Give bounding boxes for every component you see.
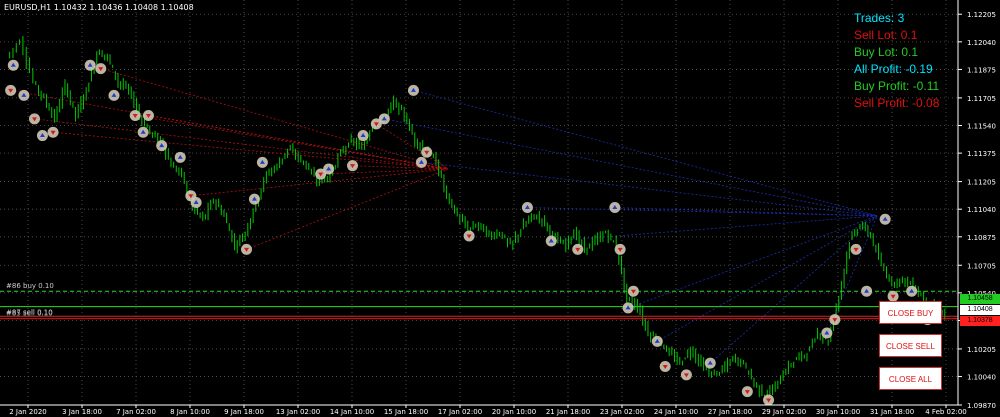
- buy-trade-marker: [609, 202, 621, 214]
- buy-trade-marker: [821, 327, 833, 339]
- sell-trade-marker: [129, 109, 141, 121]
- sell-trade-marker: [659, 361, 671, 373]
- close-buy-button[interactable]: CLOSE BUY: [879, 301, 942, 324]
- buy-trade-marker: [545, 235, 557, 247]
- price-tick-label: 1.11375: [967, 150, 996, 158]
- price-tick-label: 1.11705: [967, 95, 996, 103]
- bid-price-tag: 1.10408: [960, 305, 1000, 315]
- sell-trade-marker: [5, 84, 17, 96]
- time-tick-label: 14 Jan 10:00: [330, 408, 374, 416]
- buy-trade-marker: [879, 213, 891, 225]
- ask-price-tag: 1.10378: [960, 316, 1000, 326]
- sell-profit: Sell Profit: -0.08: [854, 96, 940, 110]
- buy-trade-marker: [84, 59, 96, 71]
- sell-trade-marker: [47, 126, 59, 138]
- buy-lot: Buy Lot: 0.1: [854, 45, 919, 59]
- symbol-label: EURUSD,H1 1.10432 1.10436 1.10408 1.1040…: [4, 3, 194, 12]
- buy-trade-marker: [248, 193, 260, 205]
- sell-lot: Sell Lot: 0.1: [854, 28, 918, 42]
- time-tick-label: 8 Jan 10:00: [170, 408, 210, 416]
- close-all-button[interactable]: CLOSE ALL: [879, 367, 942, 390]
- price-tick-label: 1.11875: [967, 66, 996, 74]
- time-tick-label: 7 Jan 02:00: [116, 408, 156, 416]
- sell-trade-marker: [241, 243, 252, 255]
- all-profit: All Profit: -0.19: [854, 62, 933, 76]
- sell-trade-marker: [627, 285, 639, 297]
- sell-trade-marker: [614, 243, 626, 255]
- price-tick-label: 1.10875: [967, 234, 996, 242]
- close-sell-button[interactable]: CLOSE SELL: [879, 334, 942, 357]
- buy-trade-marker: [174, 151, 186, 163]
- sell-trade-marker: [142, 109, 154, 121]
- sell-trade-marker: [370, 118, 382, 130]
- buy-trade-marker: [357, 130, 369, 142]
- time-tick-label: 4 Feb 02:00: [925, 408, 966, 416]
- time-tick-label: 29 Jan 02:00: [762, 408, 806, 416]
- time-tick-label: 13 Jan 02:00: [276, 408, 320, 416]
- time-tick-label: 20 Jan 10:00: [492, 408, 536, 416]
- time-tick-label: 9 Jan 18:00: [224, 408, 264, 416]
- sell-trade-marker: [829, 314, 841, 326]
- price-tick-label: 1.11040: [967, 206, 996, 214]
- price-tick-label: 1.11540: [967, 123, 996, 131]
- buy-trade-marker: [861, 285, 873, 297]
- time-tick-label: 2 Jan 2020: [9, 408, 47, 416]
- time-tick-label: 17 Jan 02:00: [438, 408, 482, 416]
- buy-trade-marker: [622, 302, 634, 314]
- buy-trade-marker: [7, 59, 19, 71]
- sell-trade-marker: [95, 63, 107, 75]
- buy-trade-marker: [156, 140, 168, 152]
- buy-trade-marker: [704, 357, 716, 369]
- buy-trade-marker: [415, 156, 427, 168]
- sell-trade-marker: [680, 369, 692, 381]
- sell-trade-marker: [850, 243, 862, 255]
- sell-trade-marker: [185, 190, 197, 202]
- buy-profit: Buy Profit: -0.11: [854, 79, 940, 93]
- time-tick-label: 30 Jan 10:00: [816, 408, 860, 416]
- time-tick-label: 23 Jan 02:00: [600, 408, 644, 416]
- price-tick-label: 1.10040: [967, 374, 996, 382]
- time-tick-label: 31 Jan 18:00: [870, 408, 914, 416]
- sell-trade-marker: [763, 394, 775, 406]
- price-tick-label: 1.12040: [967, 39, 996, 47]
- price-tick-label: 1.09870: [967, 402, 996, 410]
- buy-trade-marker: [36, 130, 48, 142]
- time-tick-label: 15 Jan 18:00: [384, 408, 428, 416]
- buy-trade-marker: [651, 335, 663, 347]
- sell-trade-marker: [572, 243, 584, 255]
- buy-trade-marker: [906, 285, 918, 297]
- sell-trade-marker: [315, 168, 327, 180]
- buy-trade-marker: [18, 89, 30, 101]
- buy-trade-marker: [407, 84, 419, 96]
- sell-trade-marker: [347, 160, 358, 172]
- price-chart[interactable]: #86 buy 0.10#87 sell 0.10#85 sell 0.10 1…: [0, 0, 1000, 417]
- sell-trade-marker: [741, 386, 753, 398]
- price-tick-label: 1.10705: [967, 262, 996, 270]
- price-tick-label: 1.11205: [967, 179, 996, 187]
- buy-trade-marker: [108, 89, 120, 101]
- price-tick-label: 1.10205: [967, 346, 996, 354]
- buy-trade-marker: [137, 126, 149, 138]
- buy-price-tag: 1.10458: [960, 294, 1000, 304]
- buy-trade-marker: [256, 156, 268, 168]
- time-tick-label: 24 Jan 10:00: [654, 408, 698, 416]
- buy-trade-marker: [521, 202, 533, 214]
- sell-trade-marker: [29, 113, 40, 125]
- price-tick-label: 1.12205: [967, 11, 996, 19]
- buy-order-label: #86 buy 0.10: [6, 282, 54, 290]
- sell-trade-marker: [421, 146, 433, 158]
- time-tick-label: 21 Jan 18:00: [546, 408, 590, 416]
- sell-trade-marker: [463, 230, 475, 242]
- sell-order-label-b: #85 sell 0.10: [6, 309, 53, 317]
- time-tick-label: 3 Jan 18:00: [62, 408, 102, 416]
- time-tick-label: 27 Jan 18:00: [708, 408, 752, 416]
- trades-count: Trades: 3: [854, 11, 905, 25]
